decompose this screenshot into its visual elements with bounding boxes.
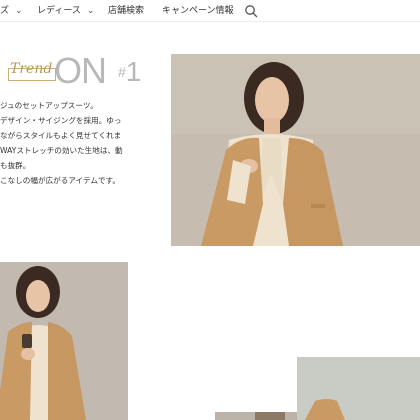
model-illustration	[297, 357, 420, 420]
nav-item-store-search[interactable]: 店舗検索	[108, 5, 144, 17]
model-illustration	[215, 412, 297, 420]
description-line: も抜群。	[0, 161, 31, 170]
trend-word: Trend	[10, 61, 53, 77]
description-line: ながらスタイルもよく見せてくれま	[0, 131, 122, 140]
nav-item-campaign[interactable]: キャンペーン情報	[162, 5, 234, 17]
nav-item-ladies[interactable]: レディース ⌄	[37, 5, 94, 17]
hash-sign: #	[118, 64, 126, 80]
model-illustration	[0, 262, 128, 420]
nav-item-mens[interactable]: ズ ⌄	[0, 5, 23, 17]
nav-item-label: レディース	[37, 6, 81, 16]
nav-item-label: 店舗検索	[108, 6, 145, 16]
description-line: ジュのセットアップスーツ。	[0, 101, 98, 110]
search-icon[interactable]	[244, 4, 258, 18]
chevron-down-icon: ⌄	[15, 6, 23, 16]
description-line: こなしの幅が広がるアイテムです。	[0, 176, 120, 185]
number-value: 1	[125, 56, 142, 87]
product-description: ジュのセットアップスーツ。 デザイン・サイジングを採用。ゆっ ながらスタイルもよ…	[0, 98, 160, 188]
model-photo-bottom[interactable]	[297, 357, 420, 420]
nav-item-label: ズ	[0, 6, 10, 16]
chevron-down-icon: ⌄	[86, 6, 95, 16]
model-photo-main[interactable]	[171, 54, 420, 246]
model-illustration	[171, 54, 420, 246]
description-line: WAYストレッチの効いた生地は、動	[0, 146, 123, 155]
on-text: ON	[54, 50, 107, 91]
description-line: デザイン・サイジングを採用。ゆっ	[0, 116, 122, 125]
nav-item-label: キャンペーン情報	[162, 6, 234, 16]
trend-number: #1	[118, 56, 141, 88]
trend-heading: Trend ON #1	[8, 50, 141, 92]
model-photo-bottom-small[interactable]	[215, 412, 297, 420]
top-nav: ズ ⌄ レディース ⌄ 店舗検索 キャンペーン情報	[0, 0, 420, 22]
model-photo-second[interactable]	[0, 262, 128, 420]
